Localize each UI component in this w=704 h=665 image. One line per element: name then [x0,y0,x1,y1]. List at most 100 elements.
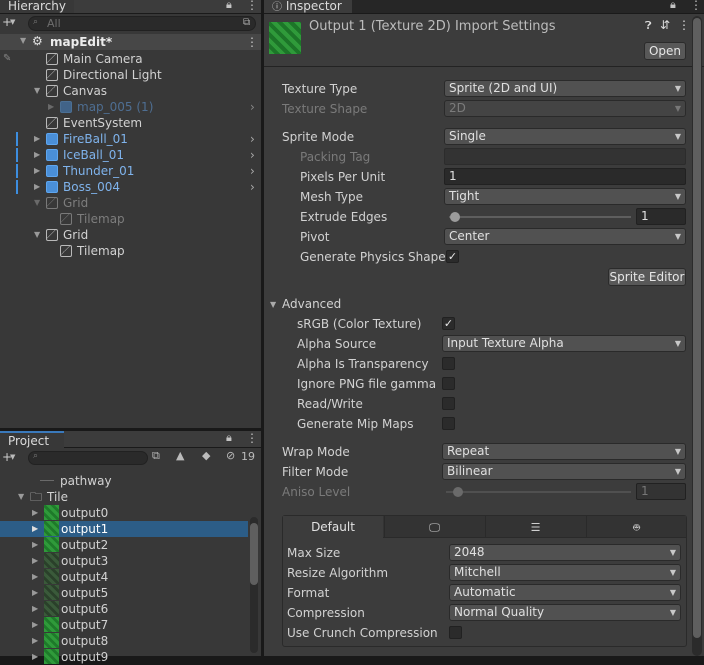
lock-icon[interactable]: 🔒︎ [670,0,676,12]
collapse-arrow-icon[interactable]: ▶ [32,633,42,649]
format-dropdown[interactable]: Automatic ▼ [449,584,681,601]
project-tab[interactable]: Project [0,431,64,448]
srgb-checkbox[interactable]: ✓ [442,317,455,330]
kebab-menu-icon[interactable]: ⋮ [246,431,258,445]
hierarchy-item[interactable]: EventSystem [0,115,261,131]
extrude-edges-field[interactable]: 1 [636,208,686,225]
tab-server[interactable]: ☰ [485,516,585,538]
chevron-right-icon[interactable]: › [250,179,255,195]
sprite-mode-dropdown[interactable]: Single ▼ [444,128,686,145]
hierarchy-item[interactable]: ▼ Grid [0,195,261,211]
expand-arrow-icon[interactable]: ▼ [18,489,28,505]
hierarchy-search-input[interactable]: ⌕ All ⧉ [28,16,256,31]
filter-by-label-icon[interactable]: ▲ [176,449,184,462]
inspector-scrollbar[interactable] [692,16,702,656]
hierarchy-item[interactable]: ▶ IceBall_01 › [0,147,261,163]
gen-physics-checkbox[interactable]: ✓ [446,250,459,263]
advanced-label[interactable]: Advanced [282,297,341,311]
collapse-arrow-icon[interactable]: ▶ [34,163,44,179]
project-item[interactable]: ▶ output5 [0,585,248,601]
mesh-type-dropdown[interactable]: Tight ▼ [444,188,686,205]
read-write-checkbox[interactable] [442,397,455,410]
settings-menu-icon[interactable]: ⋮ [678,18,690,32]
expand-arrow-icon[interactable]: ▼ [20,36,30,45]
tab-default[interactable]: Default [283,516,383,538]
scene-menu-icon[interactable]: ⋮ [246,34,258,50]
collapse-arrow-icon[interactable]: ▶ [34,147,44,163]
hierarchy-item[interactable]: Tilemap [0,211,261,227]
collapse-arrow-icon[interactable]: ▶ [32,505,42,521]
preset-icon[interactable]: ⇵ [660,18,670,32]
expand-arrow-icon[interactable]: ▼ [34,227,44,243]
scrollbar-thumb[interactable] [250,523,258,585]
extrude-slider-knob[interactable] [450,212,460,222]
hierarchy-item[interactable]: ▼ Grid [0,227,261,243]
search-by-type-icon[interactable]: ⧉ [152,449,160,463]
collapse-arrow-icon[interactable]: ▶ [32,585,42,601]
compression-dropdown[interactable]: Normal Quality ▼ [449,604,681,621]
collapse-arrow-icon[interactable]: ▶ [32,617,42,633]
project-item[interactable]: ▼ 🗀 Tile [0,489,248,505]
project-item[interactable]: ▶ output2 [0,537,248,553]
resize-algorithm-dropdown[interactable]: Mitchell ▼ [449,564,681,581]
collapse-arrow-icon[interactable]: ▶ [34,179,44,195]
ignore-png-gamma-checkbox[interactable] [442,377,455,390]
open-button[interactable]: Open [644,42,686,60]
max-size-dropdown[interactable]: 2048 ▼ [449,544,681,561]
hierarchy-item[interactable]: ▶ FireBall_01 › [0,131,261,147]
lock-icon[interactable]: 🔒︎ [226,431,232,445]
alpha-source-dropdown[interactable]: Input Texture Alpha ▼ [442,335,686,352]
vertical-divider[interactable] [261,0,264,656]
chevron-right-icon[interactable]: › [250,147,255,163]
scene-row[interactable]: ▼ ⚙ mapEdit* ⋮ [0,34,261,50]
hierarchy-item[interactable]: ▶ Boss_004 › [0,179,261,195]
project-item[interactable]: ▶ output7 [0,617,248,633]
collapse-arrow-icon[interactable]: ▶ [48,99,58,115]
collapse-arrow-icon[interactable]: ▶ [32,521,42,537]
advanced-foldout-icon[interactable]: ▼ [270,300,276,309]
collapse-arrow-icon[interactable]: ▶ [32,553,42,569]
project-item[interactable]: ▶ output6 [0,601,248,617]
horizontal-divider[interactable] [0,428,261,431]
expand-arrow-icon[interactable]: ▼ [34,195,44,211]
collapse-arrow-icon[interactable]: ▶ [32,601,42,617]
crunch-compression-checkbox[interactable] [449,626,462,639]
hierarchy-item[interactable]: ▶ map_005 (1) › [0,99,261,115]
search-options-icon[interactable]: ⧉ [243,17,250,28]
project-item[interactable]: ▶ output9 [0,649,248,665]
tab-android[interactable]: 🤖︎ [586,516,686,538]
lock-icon[interactable]: 🔒︎ [226,0,232,12]
scrollbar-thumb[interactable] [693,18,701,638]
hierarchy-item[interactable]: ▶ Thunder_01 › [0,163,261,179]
expand-arrow-icon[interactable]: ▼ [34,83,44,99]
project-item[interactable]: pathway [0,473,248,489]
project-item[interactable]: ▶ output0 [0,505,248,521]
collapse-arrow-icon[interactable]: ▶ [34,131,44,147]
hierarchy-item[interactable]: ▼ Canvas [0,83,261,99]
hierarchy-item[interactable]: ✎ Main Camera [0,51,261,67]
project-item[interactable]: ▶ output4 [0,569,248,585]
sprite-editor-button[interactable]: Sprite Editor [608,268,686,286]
dropdown-caret-icon[interactable]: ▼ [10,18,15,26]
hierarchy-item[interactable]: Tilemap [0,243,261,259]
collapse-arrow-icon[interactable]: ▶ [32,569,42,585]
pivot-dropdown[interactable]: Center ▼ [444,228,686,245]
project-search-input[interactable]: ⌕ [28,451,148,465]
filter-mode-dropdown[interactable]: Bilinear ▼ [442,463,686,480]
tag-icon[interactable]: ◆ [202,449,210,462]
inspector-tab[interactable]: ⓘ Inspector [264,0,352,13]
texture-type-dropdown[interactable]: Sprite (2D and UI) ▼ [444,80,686,97]
tab-standalone[interactable]: 🖵 [384,516,484,538]
collapse-arrow-icon[interactable]: ▶ [32,649,42,665]
wrap-mode-dropdown[interactable]: Repeat ▼ [442,443,686,460]
project-scrollbar[interactable] [250,517,258,653]
kebab-menu-icon[interactable]: ⋮ [690,0,702,12]
kebab-menu-icon[interactable]: ⋮ [246,0,258,12]
ppu-field[interactable]: 1 [444,168,686,185]
help-icon[interactable]: ❓︎ [645,19,652,33]
project-item[interactable]: ▶ output8 [0,633,248,649]
dropdown-caret-icon[interactable]: ▼ [10,453,15,461]
hierarchy-tab[interactable]: Hierarchy [0,0,74,13]
collapse-arrow-icon[interactable]: ▶ [32,537,42,553]
chevron-right-icon[interactable]: › [250,131,255,147]
